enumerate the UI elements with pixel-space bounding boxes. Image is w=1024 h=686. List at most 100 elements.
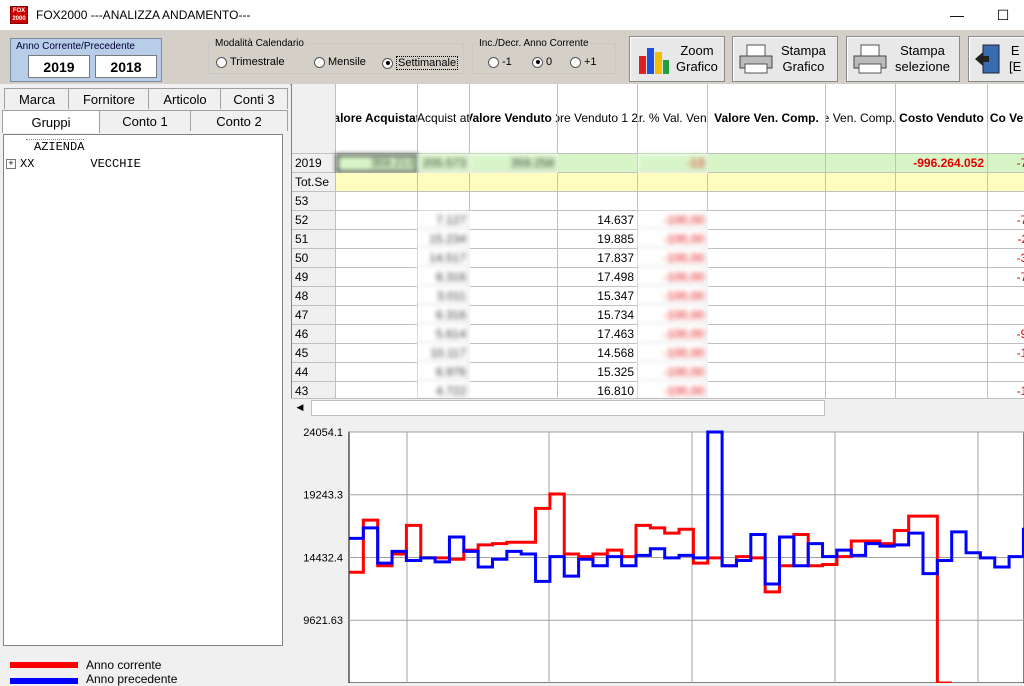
table-cell[interactable] [336, 268, 418, 287]
table-cell[interactable] [826, 287, 896, 306]
table-cell[interactable]: 5.614 [418, 325, 470, 344]
column-header[interactable]: Valore Venduto 1 [470, 84, 558, 154]
table-row[interactable]: 49 8.316 17.498-100,00 -787. [292, 268, 1024, 287]
scroll-left-icon[interactable]: ◀ [293, 401, 307, 414]
table-cell[interactable]: -151. [988, 344, 1024, 363]
column-header[interactable]: Valore Venduto 1 2018 [558, 84, 638, 154]
table-row[interactable]: 50 14.517 17.837-100,00 -313. [292, 249, 1024, 268]
table-cell[interactable]: 10.117 [418, 344, 470, 363]
table-cell[interactable] [826, 154, 896, 173]
data-grid[interactable]: Valore Acquistato Valore Acquist ato 201… [291, 84, 1024, 416]
table-cell[interactable]: 6.976 [418, 363, 470, 382]
table-cell[interactable] [988, 192, 1024, 211]
table-cell[interactable] [558, 154, 638, 173]
table-cell[interactable] [336, 192, 418, 211]
table-cell[interactable] [896, 344, 988, 363]
table-cell[interactable] [708, 211, 826, 230]
previous-year-field[interactable]: 2018 [95, 55, 157, 78]
row-header[interactable]: 2019 [292, 154, 336, 173]
column-header[interactable]: Valore Acquistato [336, 84, 418, 154]
table-cell[interactable] [896, 287, 988, 306]
table-cell[interactable] [558, 192, 638, 211]
table-cell[interactable] [708, 325, 826, 344]
table-cell[interactable]: 15.234 [418, 230, 470, 249]
table-cell[interactable] [896, 363, 988, 382]
table-cell[interactable] [470, 249, 558, 268]
table-cell[interactable] [896, 230, 988, 249]
tab-conti-3[interactable]: Conti 3 [220, 88, 288, 109]
table-cell[interactable] [708, 173, 826, 192]
table-cell[interactable] [418, 173, 470, 192]
table-cell[interactable]: 17.837 [558, 249, 638, 268]
table-row[interactable]: 2019 359.213 205.573 359.258 -13 -996.264.052… [292, 154, 1024, 173]
maximize-button[interactable]: ☐ [980, 0, 1024, 30]
table-cell[interactable]: -100,00 [638, 249, 708, 268]
table-row[interactable]: 48 3.011 15.347-100,00 -90. [292, 287, 1024, 306]
table-cell[interactable]: -996.264.052 [896, 154, 988, 173]
table-row[interactable]: 46 5.614 17.463-100,00 -969. [292, 325, 1024, 344]
table-cell[interactable]: 17.463 [558, 325, 638, 344]
table-cell[interactable] [826, 173, 896, 192]
table-cell[interactable] [336, 173, 418, 192]
column-header[interactable]: Costo Venduto [896, 84, 988, 154]
table-row[interactable]: 47 6.316 15.734-100,00 -50. [292, 306, 1024, 325]
table-cell[interactable] [896, 173, 988, 192]
table-cell[interactable] [336, 230, 418, 249]
tab-conto-1[interactable]: Conto 1 [98, 110, 192, 131]
table-row[interactable]: 44 6.976 15.325-100,00 -50. [292, 363, 1024, 382]
column-header[interactable]: Valore Acquist ato 2018 [418, 84, 470, 154]
table-row[interactable]: 52 7.127 14.637-100,00 -767. [292, 211, 1024, 230]
table-cell[interactable]: 6.316 [418, 306, 470, 325]
table-cell[interactable] [336, 211, 418, 230]
table-cell[interactable]: -100,00 [638, 230, 708, 249]
table-cell[interactable] [826, 230, 896, 249]
table-cell[interactable] [826, 192, 896, 211]
table-cell[interactable] [558, 173, 638, 192]
table-cell[interactable] [470, 173, 558, 192]
table-cell[interactable]: 15.734 [558, 306, 638, 325]
radio-plus-one[interactable]: +1 [570, 56, 597, 68]
table-cell[interactable]: 205.573 [418, 154, 470, 173]
row-header[interactable]: Tot.Se [292, 173, 336, 192]
table-row[interactable]: 45 10.117 14.568-100,00 -151. [292, 344, 1024, 363]
table-cell[interactable] [896, 325, 988, 344]
zoom-chart-button[interactable]: Zoom Grafico [629, 36, 725, 82]
table-cell[interactable] [826, 363, 896, 382]
tab-gruppi[interactable]: Gruppi [2, 110, 100, 133]
table-cell[interactable] [708, 192, 826, 211]
table-cell[interactable] [826, 306, 896, 325]
table-cell[interactable]: 15.325 [558, 363, 638, 382]
table-cell[interactable] [826, 211, 896, 230]
table-cell[interactable]: -100,00 [638, 306, 708, 325]
column-header[interactable]: Valore Ven. Comp. [708, 84, 826, 154]
row-header[interactable]: 50 [292, 249, 336, 268]
radio-settimanale[interactable]: Settimanale [382, 56, 459, 70]
table-cell[interactable]: 14.517 [418, 249, 470, 268]
table-cell[interactable] [896, 306, 988, 325]
table-cell[interactable]: -100,00 [638, 363, 708, 382]
row-header[interactable]: 45 [292, 344, 336, 363]
table-cell[interactable]: 15.347 [558, 287, 638, 306]
table-cell[interactable]: -211. [988, 230, 1024, 249]
table-cell[interactable] [638, 173, 708, 192]
table-cell[interactable]: -792. [988, 154, 1024, 173]
table-cell[interactable]: -13 [638, 154, 708, 173]
table-cell[interactable] [708, 344, 826, 363]
radio-mensile[interactable]: Mensile [314, 56, 366, 68]
table-cell[interactable] [470, 192, 558, 211]
table-cell[interactable] [470, 306, 558, 325]
table-cell[interactable] [708, 363, 826, 382]
table-cell[interactable]: 14.637 [558, 211, 638, 230]
table-cell[interactable]: -50. [988, 363, 1024, 382]
table-cell[interactable] [988, 173, 1024, 192]
table-cell[interactable] [418, 192, 470, 211]
table-cell[interactable] [470, 268, 558, 287]
table-cell[interactable] [896, 211, 988, 230]
table-cell[interactable]: 359.213 [336, 154, 418, 173]
tree-view[interactable]: AZIENDA + XX VECCHIE [3, 134, 283, 646]
table-cell[interactable]: 7.127 [418, 211, 470, 230]
table-cell[interactable] [336, 325, 418, 344]
row-header[interactable]: 48 [292, 287, 336, 306]
column-header[interactable]: Var. % Val. Ven. 1 [638, 84, 708, 154]
print-chart-button[interactable]: Stampa Grafico [732, 36, 838, 82]
